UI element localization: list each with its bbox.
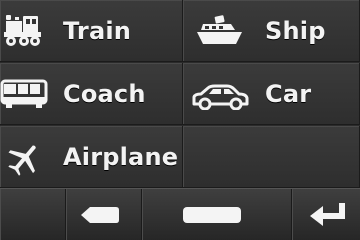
bottom-key-blank-left [0, 189, 66, 240]
car-option[interactable]: Car [183, 63, 360, 125]
airplane-option[interactable]: Airplane [0, 126, 183, 188]
enter-icon [309, 202, 349, 228]
ship-icon [195, 14, 245, 48]
train-label: Train [63, 17, 132, 45]
backspace-button[interactable] [66, 189, 142, 240]
train-option[interactable]: Train [0, 0, 183, 62]
coach-label: Coach [63, 80, 146, 108]
empty-cell [183, 126, 360, 188]
backspace-icon [80, 206, 120, 224]
enter-button[interactable] [292, 189, 360, 240]
transport-option-grid: Train Ship Coach Car Airplane [0, 0, 360, 188]
train-icon [3, 13, 43, 49]
coach-option[interactable]: Coach [0, 63, 183, 125]
bus-icon [0, 79, 48, 111]
ship-option[interactable]: Ship [183, 0, 360, 62]
space-button[interactable] [142, 189, 292, 240]
car-label: Car [265, 80, 312, 108]
ship-label: Ship [265, 17, 326, 45]
airplane-icon [6, 142, 42, 176]
airplane-label: Airplane [63, 143, 179, 171]
car-icon [191, 84, 249, 110]
space-icon [182, 206, 242, 224]
bottom-key-bar [0, 188, 360, 240]
transport-menu-screen: Train Ship Coach Car Airplane [0, 0, 360, 240]
